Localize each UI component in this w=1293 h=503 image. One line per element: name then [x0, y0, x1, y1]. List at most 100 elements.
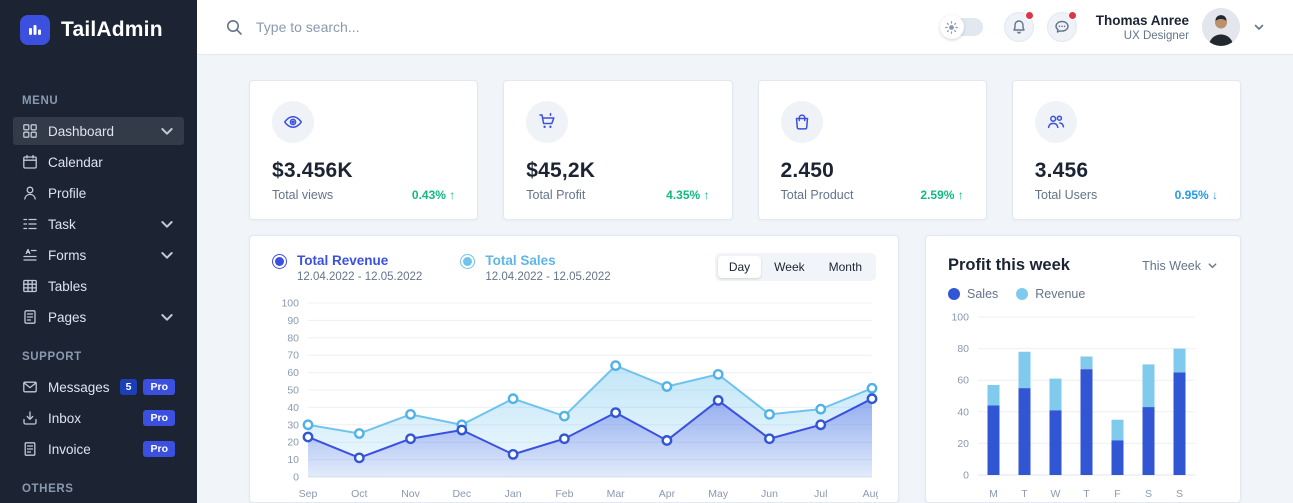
stat-card: $45,2KTotal Profit4.35% ↑: [503, 80, 732, 220]
messages-icon: [22, 379, 38, 395]
legend-sales[interactable]: Sales: [948, 287, 998, 301]
sidebar: TailAdmin MENU Dashboard Calendar Profile Ta…: [0, 0, 197, 503]
pro-badge: Pro: [143, 441, 175, 457]
sun-icon: [940, 15, 964, 39]
chevron-down-icon: [159, 123, 175, 139]
legend-dot-icon: [948, 288, 960, 300]
svg-text:S: S: [1145, 488, 1152, 500]
svg-text:20: 20: [287, 437, 299, 449]
dashboard-content: $3.456KTotal views0.43% ↑$45,2KTotal Pro…: [197, 55, 1293, 503]
svg-text:90: 90: [287, 315, 299, 327]
user-menu[interactable]: Thomas Anree UX Designer: [1096, 13, 1189, 42]
profit-chart-header: Profit this week This Week: [948, 256, 1218, 275]
profit-week-card: Profit this week This Week SalesRevenue …: [925, 235, 1241, 503]
tailadmin-logo-icon: [20, 15, 50, 45]
sidebar-item-task[interactable]: Task: [13, 210, 184, 238]
period-button-week[interactable]: Week: [763, 256, 815, 278]
bell-icon: [1011, 19, 1027, 35]
stat-value: $3.456K: [272, 159, 455, 183]
stat-value: 2.450: [781, 159, 964, 183]
sidebar-item-dashboard[interactable]: Dashboard: [13, 117, 184, 145]
svg-text:Mar: Mar: [607, 488, 626, 500]
users-icon: [1035, 101, 1077, 143]
svg-text:Jul: Jul: [814, 488, 827, 500]
sidebar-item-label: Dashboard: [48, 124, 114, 139]
svg-text:S: S: [1176, 488, 1183, 500]
stat-value: 3.456: [1035, 159, 1218, 183]
series-period: 12.04.2022 - 12.05.2022: [297, 271, 422, 283]
user-name: Thomas Anree: [1096, 13, 1189, 28]
svg-text:40: 40: [957, 406, 969, 418]
menu-group-label: OTHERS: [22, 483, 175, 495]
notification-dot: [1025, 11, 1034, 20]
search-icon: [225, 18, 243, 36]
svg-text:60: 60: [287, 367, 299, 379]
stat-label: Total Product: [781, 188, 854, 202]
legend-total-revenue[interactable]: Total Revenue 12.04.2022 - 12.05.2022: [272, 253, 422, 283]
sidebar-item-pages[interactable]: Pages: [13, 303, 184, 331]
svg-text:May: May: [708, 488, 729, 500]
sales-radio-icon: [460, 254, 475, 269]
search-input[interactable]: [256, 19, 596, 35]
sidebar-item-label: Profile: [48, 186, 86, 201]
stat-value: $45,2K: [526, 159, 709, 183]
stat-label: Total Profit: [526, 188, 585, 202]
sidebar-item-messages[interactable]: Messages5Pro: [13, 373, 184, 401]
period-toggle: DayWeekMonth: [715, 253, 876, 281]
sidebar-item-label: Calendar: [48, 155, 103, 170]
search-bar: [225, 18, 596, 36]
sidebar-item-label: Tables: [48, 279, 87, 294]
stat-delta: 2.59% ↑: [920, 188, 963, 202]
svg-text:100: 100: [281, 298, 299, 310]
count-badge: 5: [120, 379, 138, 395]
invoice-icon: [22, 441, 38, 457]
sidebar-item-label: Inbox: [48, 411, 81, 426]
revenue-radio-icon: [272, 254, 287, 269]
legend-total-sales[interactable]: Total Sales 12.04.2022 - 12.05.2022: [460, 253, 610, 283]
sidebar-menu: MENU Dashboard Calendar Profile Task Forms Tab…: [0, 95, 197, 503]
tables-icon: [22, 278, 38, 294]
svg-text:0: 0: [963, 470, 969, 482]
sidebar-item-label: Forms: [48, 248, 86, 263]
stat-card: 3.456Total Users0.95% ↓: [1012, 80, 1241, 220]
user-chevron-down-icon[interactable]: [1253, 21, 1265, 33]
brand[interactable]: TailAdmin: [0, 0, 197, 59]
period-button-month[interactable]: Month: [818, 256, 873, 278]
messages-button[interactable]: [1047, 12, 1077, 42]
sidebar-item-label: Invoice: [48, 442, 91, 457]
stat-label: Total views: [272, 188, 333, 202]
notifications-button[interactable]: [1004, 12, 1034, 42]
dark-mode-toggle[interactable]: [942, 18, 983, 36]
week-select-value: This Week: [1142, 259, 1201, 273]
svg-text:70: 70: [287, 350, 299, 362]
legend-dot-icon: [1016, 288, 1028, 300]
revenue-sales-card: Total Revenue 12.04.2022 - 12.05.2022 To…: [249, 235, 899, 503]
profit-week-chart: 020406080100MTWTFSS: [948, 309, 1217, 503]
revenue-chart-header: Total Revenue 12.04.2022 - 12.05.2022 To…: [272, 253, 876, 283]
sidebar-item-profile[interactable]: Profile: [13, 179, 184, 207]
revenue-chart-legends: Total Revenue 12.04.2022 - 12.05.2022 To…: [272, 253, 611, 283]
sidebar-item-invoice[interactable]: Invoice Pro: [13, 435, 184, 463]
menu-group-label: MENU: [22, 95, 175, 107]
sidebar-item-forms[interactable]: Forms: [13, 241, 184, 269]
sidebar-item-calendar[interactable]: Calendar: [13, 148, 184, 176]
period-button-day[interactable]: Day: [718, 256, 761, 278]
forms-icon: [22, 247, 38, 263]
header-actions: Thomas Anree UX Designer: [942, 8, 1265, 46]
profit-chart-title: Profit this week: [948, 256, 1070, 275]
svg-text:30: 30: [287, 419, 299, 431]
svg-text:100: 100: [951, 312, 969, 324]
week-select-dropdown[interactable]: This Week: [1142, 259, 1218, 273]
stat-delta: 0.95% ↓: [1175, 188, 1218, 202]
svg-text:80: 80: [957, 343, 969, 355]
user-avatar[interactable]: [1202, 8, 1240, 46]
svg-text:80: 80: [287, 332, 299, 344]
cart-icon: [526, 101, 568, 143]
sidebar-item-label: Task: [48, 217, 76, 232]
svg-text:60: 60: [957, 375, 969, 387]
svg-text:Nov: Nov: [401, 488, 420, 500]
sidebar-item-tables[interactable]: Tables: [13, 272, 184, 300]
sidebar-item-inbox[interactable]: InboxPro: [13, 404, 184, 432]
series-name: Total Revenue: [297, 253, 422, 268]
legend-revenue[interactable]: Revenue: [1016, 287, 1085, 301]
